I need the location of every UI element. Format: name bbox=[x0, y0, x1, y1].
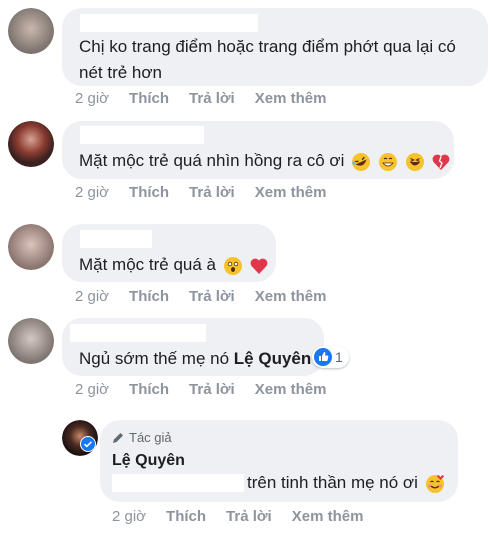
see-more-link[interactable]: Xem thêm bbox=[292, 508, 364, 525]
reply-link[interactable]: Trả lời bbox=[189, 184, 235, 201]
comment-text-body: Mặt mộc trẻ quá à bbox=[79, 255, 217, 274]
red-heart-emoji bbox=[251, 258, 268, 274]
reply-time[interactable]: 2 giờ bbox=[112, 508, 146, 525]
comment-time[interactable]: 2 giờ bbox=[75, 184, 109, 201]
reaction-count-text: 1 bbox=[335, 349, 343, 365]
astonished-emoji bbox=[223, 256, 242, 275]
like-link[interactable]: Thích bbox=[129, 288, 169, 305]
see-more-link[interactable]: Xem thêm bbox=[255, 90, 327, 107]
rolling-laugh-emoji bbox=[352, 152, 371, 171]
like-link[interactable]: Thích bbox=[166, 508, 206, 525]
commenter-avatar[interactable] bbox=[8, 8, 54, 54]
reply-text-body: trên tinh thần mẹ nó ơi bbox=[247, 473, 418, 492]
reply-link[interactable]: Trả lời bbox=[189, 381, 235, 398]
verified-badge-icon bbox=[80, 436, 96, 452]
redacted-name bbox=[70, 324, 206, 342]
reply-author-name[interactable]: Lệ Quyên bbox=[112, 452, 185, 470]
comment-time[interactable]: 2 giờ bbox=[75, 381, 109, 398]
author-badge-label: Tác giả bbox=[129, 430, 172, 445]
author-badge: Tác giả bbox=[112, 430, 172, 445]
see-more-link[interactable]: Xem thêm bbox=[255, 184, 327, 201]
comment-text: Ngủ sớm thế mẹ nó Lệ Quyên bbox=[79, 346, 311, 372]
see-more-link[interactable]: Xem thêm bbox=[255, 381, 327, 398]
redacted-name bbox=[80, 14, 258, 32]
comment-actions: 2 giờ Thích Trả lời Xem thêm bbox=[75, 381, 346, 398]
comment-text: Chị ko trang điểm hoặc trang điểm phớt q… bbox=[79, 37, 456, 82]
like-link[interactable]: Thích bbox=[129, 381, 169, 398]
comment-actions: 2 giờ Thích Trả lời Xem thêm bbox=[75, 90, 346, 107]
broken-heart-emoji bbox=[432, 154, 450, 170]
comment-text: Mặt mộc trẻ quá à bbox=[79, 252, 269, 278]
comment-text: Mặt mộc trẻ quá nhìn hồng ra cô ơi bbox=[79, 148, 451, 174]
comment-time[interactable]: 2 giờ bbox=[75, 90, 109, 107]
reply-link[interactable]: Trả lời bbox=[226, 508, 272, 525]
laughing-emoji bbox=[405, 152, 424, 171]
like-link[interactable]: Thích bbox=[129, 90, 169, 107]
comment-time[interactable]: 2 giờ bbox=[75, 288, 109, 305]
reply-link[interactable]: Trả lời bbox=[189, 288, 235, 305]
commenter-avatar[interactable] bbox=[8, 121, 54, 167]
reply-actions: 2 giờ Thích Trả lời Xem thêm bbox=[112, 508, 383, 525]
reply-link[interactable]: Trả lời bbox=[189, 90, 235, 107]
comment-actions: 2 giờ Thích Trả lời Xem thêm bbox=[75, 288, 346, 305]
commenter-avatar[interactable] bbox=[8, 224, 54, 270]
like-reaction-icon bbox=[314, 348, 332, 366]
pencil-icon bbox=[113, 432, 123, 443]
reply-text: trên tinh thần mẹ nó ơi bbox=[247, 470, 445, 496]
redacted-name bbox=[80, 126, 204, 144]
reaction-count[interactable]: 1 bbox=[312, 346, 349, 368]
mention-link[interactable]: Lệ Quyên bbox=[234, 349, 311, 368]
redacted-mention bbox=[112, 474, 244, 492]
like-link[interactable]: Thích bbox=[129, 184, 169, 201]
redacted-name bbox=[80, 230, 152, 248]
comment-text-body: Mặt mộc trẻ quá nhìn hồng ra cô ơi bbox=[79, 151, 345, 170]
grin-emoji bbox=[378, 152, 397, 171]
comment-actions: 2 giờ Thích Trả lời Xem thêm bbox=[75, 184, 346, 201]
commenter-avatar[interactable] bbox=[8, 318, 54, 364]
smiling-face-with-hearts-emoji bbox=[425, 474, 444, 493]
see-more-link[interactable]: Xem thêm bbox=[255, 288, 327, 305]
comment-text-body: Ngủ sớm thế mẹ nó bbox=[79, 349, 230, 368]
